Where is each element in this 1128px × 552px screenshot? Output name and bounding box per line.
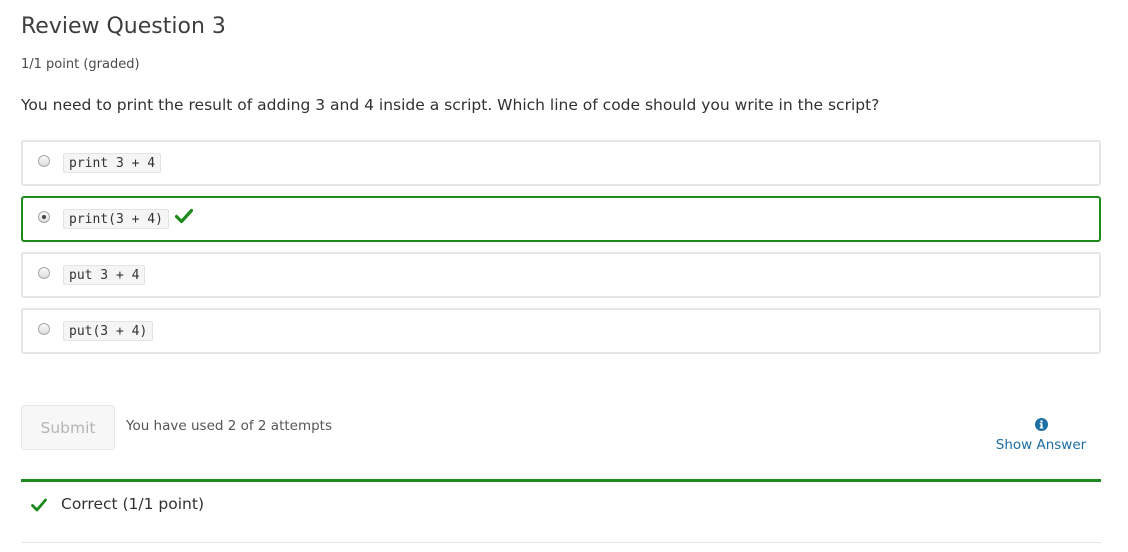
- option-1-label: print 3 + 4: [63, 153, 162, 173]
- show-answer-label: Show Answer: [995, 437, 1087, 453]
- option-2-label: print(3 + 4): [63, 209, 169, 229]
- submit-button[interactable]: Submit: [21, 405, 115, 450]
- option-4-radio[interactable]: [38, 323, 50, 335]
- option-3-radio[interactable]: [38, 267, 50, 279]
- page-title: Review Question 3: [21, 14, 226, 39]
- option-2-radio[interactable]: [38, 211, 50, 223]
- answer-options: print 3 + 4 print(3 + 4) put 3 + 4 put(3…: [21, 140, 1101, 364]
- feedback-text: Correct (1/1 point): [61, 495, 204, 513]
- option-3-label: put 3 + 4: [63, 265, 146, 285]
- option-1[interactable]: print 3 + 4: [21, 140, 1101, 186]
- feedback-panel: Correct (1/1 point): [21, 479, 1101, 543]
- option-2[interactable]: print(3 + 4): [21, 196, 1101, 242]
- option-3[interactable]: put 3 + 4: [21, 252, 1101, 298]
- points-label: 1/1 point (graded): [21, 57, 140, 72]
- check-icon: [175, 208, 193, 224]
- option-4-label: put(3 + 4): [63, 321, 154, 341]
- question-text: You need to print the result of adding 3…: [21, 96, 880, 114]
- problem-container: Review Question 3 1/1 point (graded) You…: [0, 0, 1128, 552]
- option-1-radio[interactable]: [38, 155, 50, 167]
- attempts-text: You have used 2 of 2 attempts: [126, 418, 333, 434]
- info-icon: [1034, 418, 1048, 431]
- show-answer-button[interactable]: Show Answer: [990, 418, 1092, 453]
- option-4[interactable]: put(3 + 4): [21, 308, 1101, 354]
- check-icon: [31, 498, 47, 512]
